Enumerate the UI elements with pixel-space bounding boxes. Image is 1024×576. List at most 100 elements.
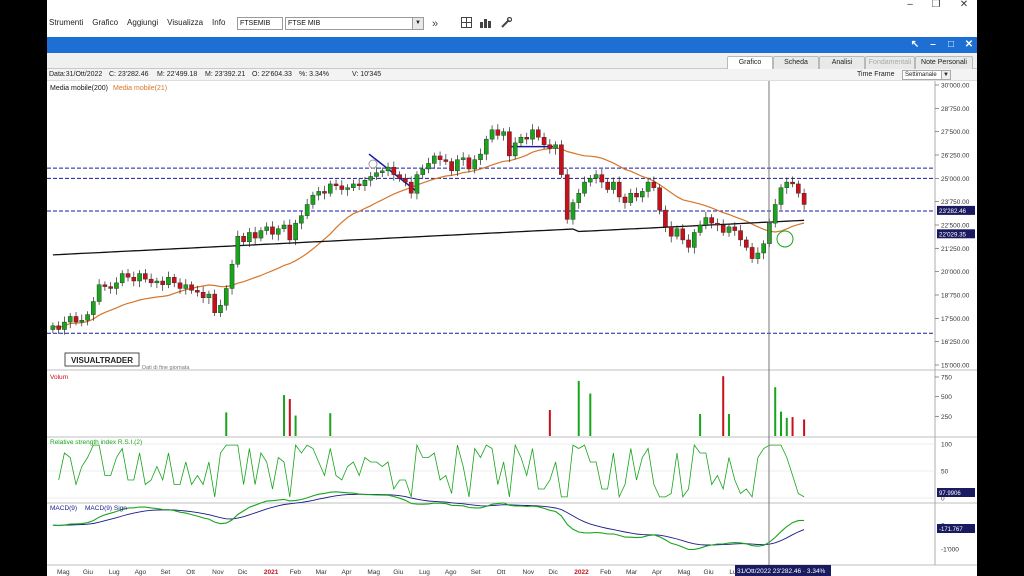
candle-body xyxy=(270,226,275,235)
x-axis-label: Dic xyxy=(238,569,248,576)
candle-body xyxy=(229,263,235,289)
y-tick-label: 25'000.00 xyxy=(941,176,970,183)
volume-bar xyxy=(791,417,794,436)
candle-body xyxy=(403,178,408,183)
symbol-dropdown-button[interactable]: ▼ xyxy=(412,17,424,30)
timeframe-dropdown-button[interactable]: ▼ xyxy=(941,70,951,80)
candle-body xyxy=(397,174,402,179)
price-marker-label: 23'282.46 xyxy=(939,208,967,215)
candle-body xyxy=(599,174,605,183)
expand-arrow-icon[interactable]: ↖ xyxy=(907,38,923,52)
candle-body xyxy=(91,301,96,315)
candle-body xyxy=(524,137,530,140)
menu-item-aggiungi[interactable]: Aggiungi xyxy=(127,18,158,27)
chart-panel-header: ↖ – □ ✕ xyxy=(47,37,977,53)
timeframe-select[interactable]: Settimanale xyxy=(902,70,942,80)
candle-body xyxy=(218,305,223,313)
tab-fondamentali[interactable]: Fondamentali xyxy=(865,56,915,69)
candle-body xyxy=(119,273,125,284)
candle-body xyxy=(709,217,714,224)
legend-ma200: Media mobile(200) xyxy=(50,85,108,92)
double-chevron-right-icon[interactable]: » xyxy=(427,17,443,31)
candle-body xyxy=(362,179,368,186)
candle-body xyxy=(252,232,258,239)
tab-scheda[interactable]: Scheda xyxy=(773,56,819,69)
candle-body xyxy=(85,314,90,321)
candle-body xyxy=(790,181,795,185)
symbol-name-input[interactable]: FTSE MIB xyxy=(285,17,413,30)
info-pct: %: 3.34% xyxy=(299,71,329,78)
candle-body xyxy=(339,185,345,190)
x-axis-label: Mar xyxy=(626,569,638,576)
candle-body xyxy=(801,193,807,205)
menu-item-grafico[interactable]: Grafico xyxy=(92,18,118,27)
candle-body xyxy=(67,316,73,323)
candle-body xyxy=(501,131,506,136)
candle-body xyxy=(356,183,362,187)
candle-body xyxy=(368,176,373,181)
x-axis-label: Lug xyxy=(419,569,430,576)
candle-body xyxy=(322,191,327,194)
tab-note-personali[interactable]: Note Personali xyxy=(915,56,973,69)
candle-body xyxy=(385,166,391,172)
candle-body xyxy=(235,235,241,265)
close-icon[interactable]: ✕ xyxy=(961,38,977,52)
volume-bar xyxy=(225,412,228,436)
layout-icon[interactable] xyxy=(459,17,473,31)
x-axis-label: Set xyxy=(471,569,481,576)
menu-item-strumenti[interactable]: Strumenti xyxy=(49,18,83,27)
candle-body xyxy=(732,226,738,231)
view-tabs: Grafico Scheda Analisi Fondamentali Note… xyxy=(47,53,977,69)
tab-analisi[interactable]: Analisi xyxy=(819,56,865,69)
menu-item-visualizza[interactable]: Visualizza xyxy=(167,18,203,27)
bar-chart-icon[interactable] xyxy=(479,17,493,31)
candle-body xyxy=(628,193,634,203)
volume-bar xyxy=(779,411,782,436)
candle-body xyxy=(611,181,616,190)
volume-bar xyxy=(589,393,592,436)
candle-body xyxy=(223,288,229,306)
macd-value-label: -171.767 xyxy=(939,527,963,533)
candle-body xyxy=(622,196,628,203)
candle-body xyxy=(651,181,657,188)
candle-body xyxy=(616,181,622,198)
legend-ma21: Media mobile(21) xyxy=(113,85,167,92)
tab-grafico[interactable]: Grafico xyxy=(727,56,773,69)
minimize-window-button[interactable]: – xyxy=(899,0,921,10)
candle-body xyxy=(131,277,137,282)
timeframe-label: Time Frame xyxy=(857,71,895,78)
candle-body xyxy=(304,204,310,216)
candle-body xyxy=(541,137,547,145)
candle-body xyxy=(391,166,397,175)
volume-bar xyxy=(727,413,730,436)
candle-body xyxy=(744,239,749,248)
y-tick-label: 27'500.00 xyxy=(941,129,970,136)
x-axis-label: Giu xyxy=(704,569,715,576)
volume-bar xyxy=(577,380,580,436)
candle-body xyxy=(275,228,281,235)
x-axis-label: Nov xyxy=(523,569,535,576)
minimize-icon[interactable]: – xyxy=(925,38,941,52)
y-tick-label: 26'250.00 xyxy=(941,153,970,160)
candle-body xyxy=(189,284,194,291)
x-axis-label: Lug xyxy=(109,569,120,576)
candle-body xyxy=(177,282,183,289)
candle-body xyxy=(171,277,177,284)
volume-bar xyxy=(774,387,777,436)
y-tick-label: 22'500.00 xyxy=(941,223,970,230)
candle-body xyxy=(345,187,350,190)
macd-sign-label: MACD(9) Sign xyxy=(85,505,127,512)
candle-body xyxy=(559,144,564,175)
y-tick-label: 28'750.00 xyxy=(941,106,970,113)
maximize-icon[interactable]: □ xyxy=(943,38,959,52)
macd-tick-label: -1'000 xyxy=(941,546,959,553)
restore-window-button[interactable]: ❐ xyxy=(925,0,947,10)
close-window-button[interactable]: ✕ xyxy=(953,0,975,10)
tools-icon[interactable] xyxy=(499,16,513,31)
menu-item-info[interactable]: Info xyxy=(212,18,225,27)
candle-body xyxy=(108,286,113,289)
candle-body xyxy=(680,228,686,241)
symbol-code-input[interactable]: FTSEMIB xyxy=(237,17,283,30)
x-axis-label: Ott xyxy=(497,569,506,576)
chart-area[interactable]: 750500250 100500 0-1'000 MagGiuLugAgoSet… xyxy=(47,81,977,576)
